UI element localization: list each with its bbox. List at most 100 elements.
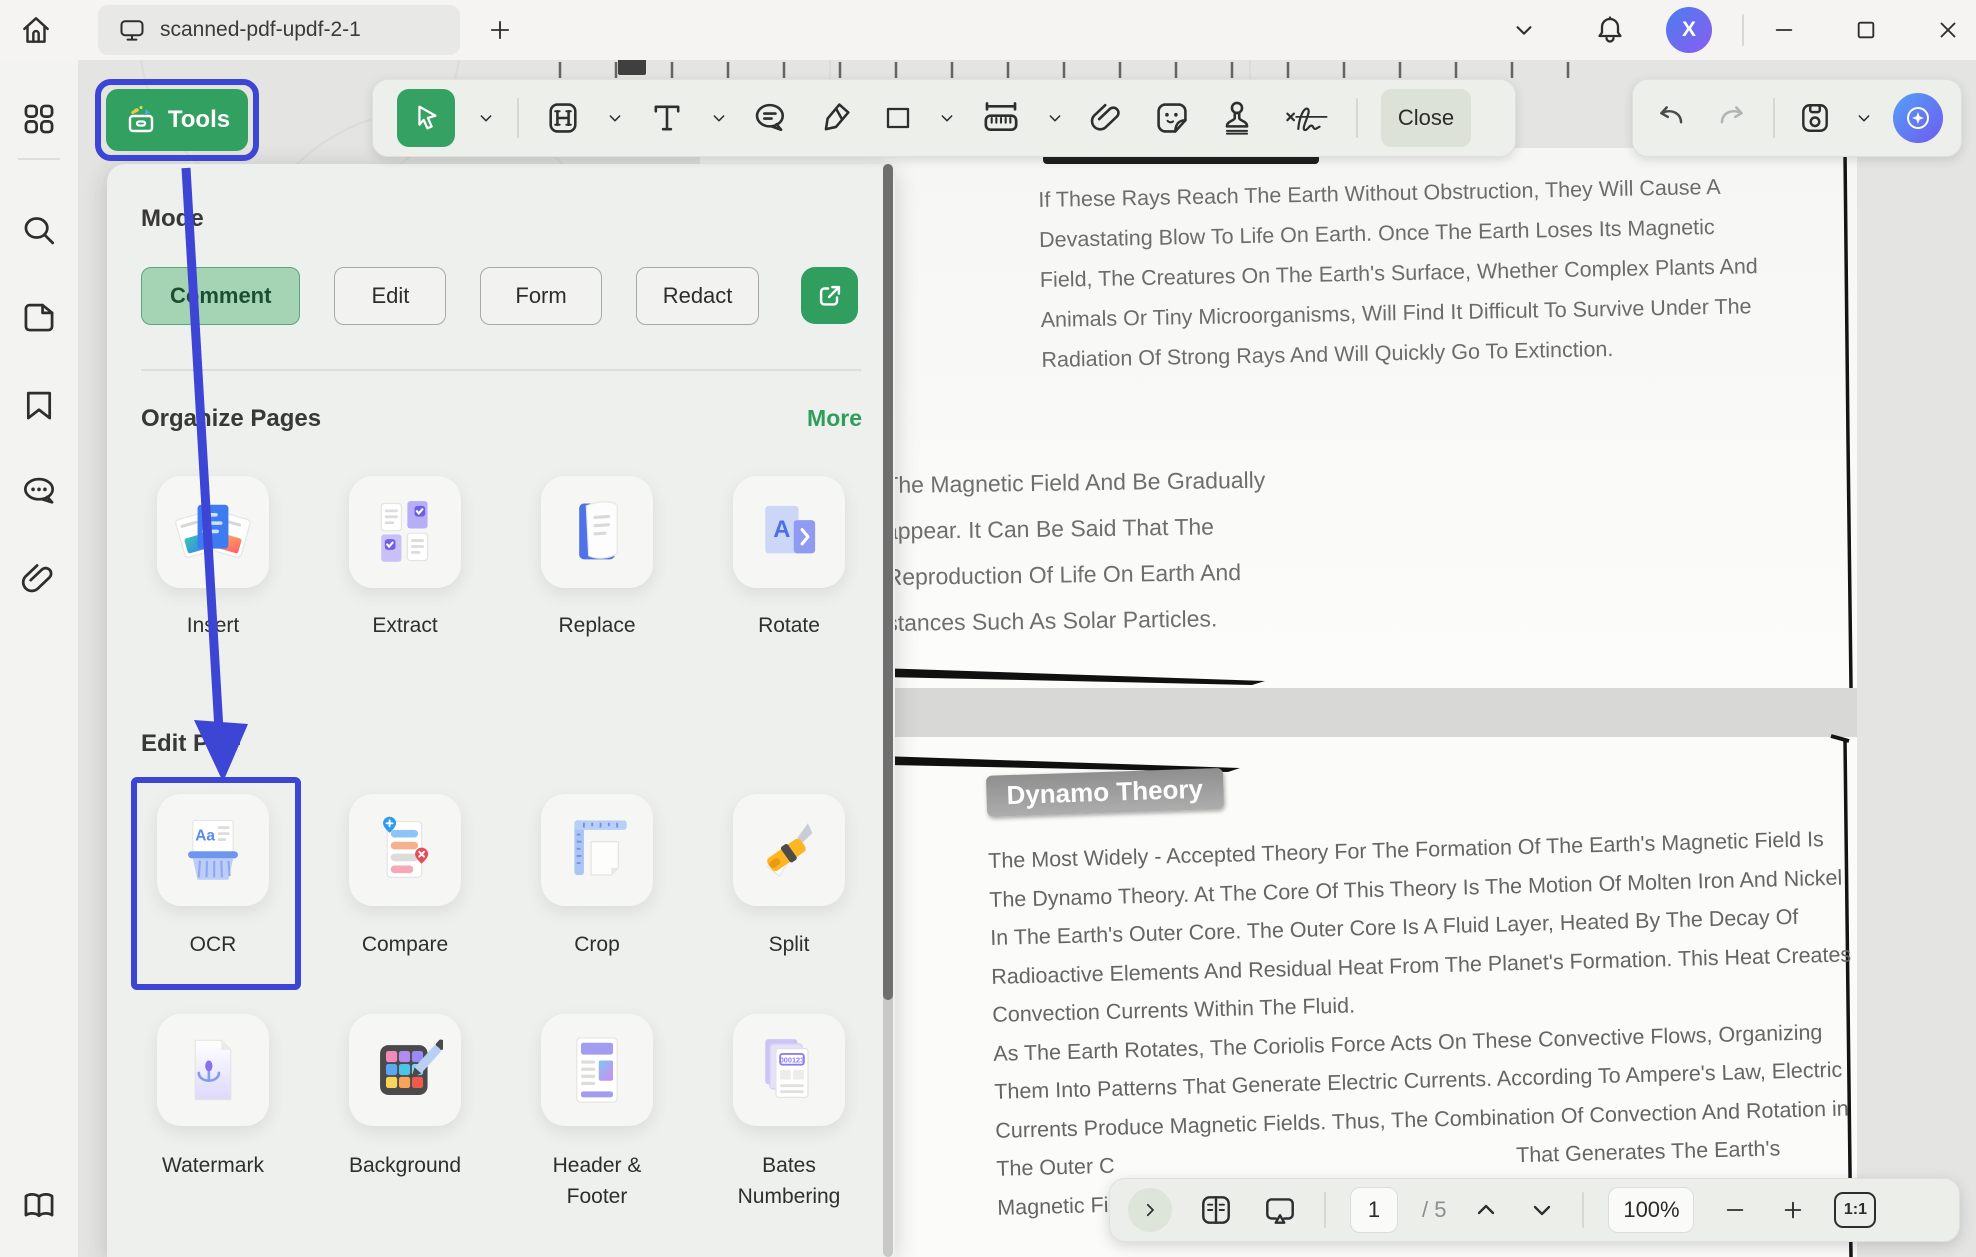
document-tab[interactable]: scanned-pdf-updf-2-1	[98, 5, 460, 55]
minimize-button[interactable]	[1764, 10, 1804, 50]
undo-button[interactable]	[1651, 89, 1691, 147]
tool-tile-extract[interactable]	[349, 476, 461, 588]
paperclip-icon	[20, 560, 58, 598]
compare-illustration	[367, 812, 443, 888]
mode-button-edit[interactable]: Edit	[334, 267, 446, 325]
sidebar-item-thumbnails[interactable]	[20, 100, 58, 138]
maximize-button[interactable]	[1846, 10, 1886, 50]
sticker-icon	[1153, 99, 1191, 137]
sidebar-item-attachments[interactable]	[20, 560, 58, 598]
presentation-button[interactable]	[1260, 1188, 1300, 1232]
crop-illustration	[559, 812, 635, 888]
sidebar-item-search[interactable]	[20, 212, 58, 250]
doc-line-fragment: Magnetic Fie	[997, 1185, 1121, 1227]
doc-line: Reproduction Of Life On Earth And	[885, 548, 1306, 600]
sidebar-item-pages[interactable]	[20, 298, 58, 336]
next-page-button[interactable]	[1526, 1188, 1558, 1232]
account-avatar[interactable]: X	[1666, 7, 1712, 53]
new-tab-button[interactable]	[482, 12, 518, 48]
tool-label-background: Background	[325, 1150, 485, 1181]
page2-paragraph-1: The Most Widely - Accepted Theory For Th…	[988, 820, 1823, 1034]
measure-tool-chevron[interactable]	[1047, 110, 1063, 126]
tool-tile-background[interactable]	[349, 1014, 461, 1126]
sticker-tool-button[interactable]	[1151, 89, 1193, 147]
tool-tile-watermark[interactable]	[157, 1014, 269, 1126]
page1-paragraph-2: The Magnetic Field And Be Gradually appe…	[884, 456, 1307, 646]
doc-line: The Magnetic Field And Be Gradually	[884, 456, 1305, 508]
notifications-button[interactable]	[1588, 8, 1632, 52]
actual-size-button[interactable]: 1:1	[1834, 1192, 1876, 1228]
mode-button-form[interactable]: Form	[480, 267, 601, 325]
select-tool-button[interactable]	[397, 89, 455, 147]
close-toolbar-button[interactable]: Close	[1381, 89, 1471, 147]
mode-button-comment[interactable]: Comment	[141, 267, 300, 325]
comment-dots-icon	[20, 472, 58, 510]
tool-tile-compare[interactable]	[349, 794, 461, 906]
organize-pages-more-link[interactable]: More	[790, 405, 862, 432]
panel-divider	[141, 369, 861, 371]
ai-assistant-button[interactable]	[1893, 93, 1943, 143]
page1-paragraph-1: If These Rays Reach The Earth Without Ob…	[1038, 166, 1772, 380]
tool-tile-bates-numbering[interactable]: 000123	[733, 1014, 845, 1126]
tool-tile-insert[interactable]	[157, 476, 269, 588]
sidebar-item-comments[interactable]	[20, 472, 58, 510]
signature-tool-button[interactable]	[1281, 89, 1333, 147]
divider	[1324, 1192, 1326, 1228]
zoom-level-input[interactable]: 100%	[1608, 1187, 1694, 1233]
highlight-tool-button[interactable]	[542, 89, 584, 147]
page-layout-button[interactable]	[1196, 1188, 1236, 1232]
pencil-tool-button[interactable]	[815, 89, 857, 147]
updf-window: If These Rays Reach The Earth Without Ob…	[0, 0, 1976, 1257]
tools-button[interactable]: Tools	[106, 89, 248, 151]
panel-scrollbar-thumb[interactable]	[883, 164, 893, 1000]
tool-label-extract: Extract	[325, 610, 485, 641]
toolbox-icon	[124, 103, 158, 137]
zoom-out-button[interactable]	[1718, 1188, 1752, 1232]
sidebar-item-reader-mode[interactable]	[20, 1186, 58, 1224]
select-tool-chevron[interactable]	[478, 110, 494, 126]
save-options-chevron[interactable]	[1856, 110, 1872, 126]
chevron-down-icon	[1530, 1198, 1554, 1222]
attachment-tool-button[interactable]	[1086, 89, 1128, 147]
divider	[1773, 98, 1775, 138]
tool-tile-crop[interactable]	[541, 794, 653, 906]
svg-text:A: A	[773, 516, 790, 543]
sidebar-item-bookmarks[interactable]	[20, 386, 58, 424]
minus-icon	[1722, 1197, 1748, 1223]
mode-button-redact[interactable]: Redact	[636, 267, 760, 325]
tool-tile-header-footer[interactable]	[541, 1014, 653, 1126]
redo-button[interactable]	[1712, 89, 1752, 147]
page-total-label: / 5	[1422, 1197, 1446, 1223]
save-button[interactable]	[1796, 89, 1836, 147]
bell-icon	[1594, 14, 1626, 46]
page-number-input[interactable]: 1	[1350, 1187, 1398, 1233]
chevron-down-icon	[939, 110, 955, 126]
text-tool-chevron[interactable]	[711, 110, 727, 126]
panel-scrollbar-track[interactable]	[883, 164, 893, 1257]
measure-tool-button[interactable]	[978, 89, 1024, 147]
shape-tool-button[interactable]	[880, 89, 916, 147]
ai-sparkle-icon	[1903, 103, 1933, 133]
tab-list-chevron-button[interactable]	[1506, 12, 1542, 48]
tool-tile-replace[interactable]	[541, 476, 653, 588]
zoom-in-button[interactable]	[1776, 1188, 1810, 1232]
doc-line: stances Such As Solar Particles.	[886, 594, 1307, 646]
previous-page-button[interactable]	[1470, 1188, 1502, 1232]
tool-label-crop: Crop	[517, 929, 677, 960]
detach-panel-button[interactable]	[801, 267, 858, 324]
monitor-icon	[118, 16, 146, 44]
organize-pages-header: Organize Pages	[141, 405, 321, 433]
highlight-tool-chevron[interactable]	[607, 110, 623, 126]
tool-tile-split[interactable]	[733, 794, 845, 906]
shape-tool-chevron[interactable]	[939, 110, 955, 126]
tool-tile-rotate[interactable]: A	[733, 476, 845, 588]
plus-icon	[487, 17, 513, 43]
stamp-tool-button[interactable]	[1216, 89, 1258, 147]
collapse-toolbar-button[interactable]	[1128, 1188, 1172, 1232]
text-tool-button[interactable]	[646, 89, 688, 147]
chevron-down-icon	[478, 110, 494, 126]
cursor-icon	[411, 103, 441, 133]
comment-tool-button[interactable]	[750, 89, 792, 147]
close-window-button[interactable]	[1928, 10, 1968, 50]
home-button[interactable]	[14, 8, 58, 52]
